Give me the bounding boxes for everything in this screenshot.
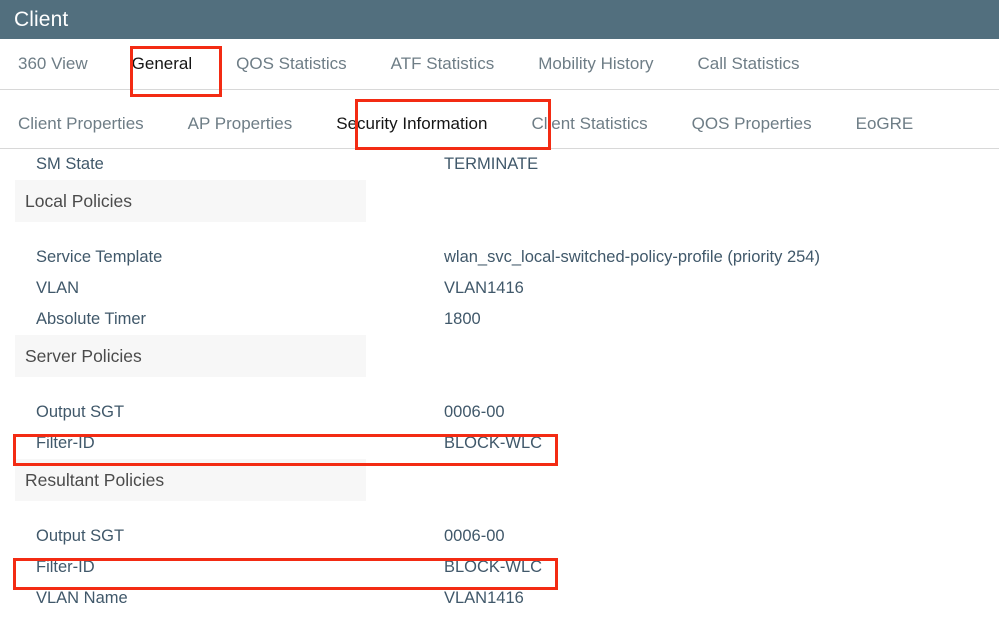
detail-label: Output SGT (36, 403, 125, 421)
tab-label: QOS Properties (691, 113, 812, 133)
detail-label: Absolute Timer (36, 310, 147, 328)
detail-value: VLAN1416 (444, 279, 524, 297)
detail-row-vlan-name: VLAN Name VLAN1416 (0, 583, 999, 614)
window-title: Client (14, 7, 69, 31)
tab-360-view[interactable]: 360 View (18, 39, 88, 89)
tab-label: AP Properties (187, 113, 293, 133)
tab-label: EoGRE (855, 113, 914, 133)
tab-atf-statistics[interactable]: ATF Statistics (391, 39, 495, 89)
section-header-local-policies: Local Policies (0, 180, 999, 222)
tab-label: General (131, 54, 193, 73)
detail-row-server-filter-id: Filter-ID BLOCK-WLC (0, 428, 999, 459)
tab-client-statistics[interactable]: Client Statistics (531, 99, 647, 148)
detail-value: 0006-00 (444, 403, 505, 421)
detail-label: Filter-ID (36, 558, 95, 576)
tab-general[interactable]: General (132, 39, 192, 89)
tab-ap-properties[interactable]: AP Properties (188, 99, 293, 148)
detail-value: 1800 (444, 310, 481, 328)
tab-call-statistics[interactable]: Call Statistics (698, 39, 800, 89)
security-information-detail-list: SM State TERMINATE Local Policies Servic… (0, 149, 999, 614)
detail-row-resultant-filter-id: Filter-ID BLOCK-WLC (0, 552, 999, 583)
tab-label: ATF Statistics (390, 54, 495, 73)
tab-label: QOS Statistics (236, 54, 347, 73)
tab-label: Security Information (336, 113, 488, 133)
tab-label: Call Statistics (697, 54, 800, 73)
primary-tab-bar: 360 View General QOS Statistics ATF Stat… (0, 39, 999, 90)
detail-row-service-template: Service Template wlan_svc_local-switched… (0, 242, 999, 273)
section-header-resultant-policies: Resultant Policies (0, 459, 999, 501)
detail-value: BLOCK-WLC (444, 558, 543, 576)
detail-value: VLAN1416 (444, 589, 524, 607)
section-title: Resultant Policies (25, 469, 165, 490)
tab-mobility-history[interactable]: Mobility History (538, 39, 653, 89)
detail-value: BLOCK-WLC (444, 434, 543, 452)
detail-label: SM State (36, 155, 104, 173)
tab-qos-properties[interactable]: QOS Properties (692, 99, 812, 148)
detail-row-vlan: VLAN VLAN1416 (0, 273, 999, 304)
tab-label: Mobility History (538, 54, 654, 73)
detail-label: Service Template (36, 248, 163, 266)
detail-value: wlan_svc_local-switched-policy-profile (… (444, 248, 820, 266)
detail-value: 0006-00 (444, 527, 505, 545)
detail-row-resultant-output-sgt: Output SGT 0006-00 (0, 521, 999, 552)
section-header-server-policies: Server Policies (0, 335, 999, 377)
detail-label: VLAN (36, 279, 80, 297)
detail-row-sm-state: SM State TERMINATE (0, 149, 999, 180)
detail-row-absolute-timer: Absolute Timer 1800 (0, 304, 999, 335)
section-title: Local Policies (25, 190, 132, 211)
tab-client-properties[interactable]: Client Properties (18, 99, 144, 148)
client-detail-window: Client 360 View General QOS Statistics A… (0, 0, 999, 625)
detail-label: Output SGT (36, 527, 125, 545)
detail-label: Filter-ID (36, 434, 95, 452)
tab-label: 360 View (18, 54, 88, 73)
window-title-bar: Client (0, 0, 999, 39)
detail-value: TERMINATE (444, 155, 539, 173)
tab-security-information[interactable]: Security Information (336, 99, 487, 148)
detail-row-server-output-sgt: Output SGT 0006-00 (0, 397, 999, 428)
section-title: Server Policies (25, 345, 142, 366)
tab-eogre[interactable]: EoGRE (856, 99, 914, 148)
tab-qos-statistics[interactable]: QOS Statistics (236, 39, 347, 89)
secondary-tab-bar: Client Properties AP Properties Security… (0, 99, 999, 149)
tab-label: Client Properties (18, 113, 144, 133)
tab-label: Client Statistics (531, 113, 648, 133)
detail-label: VLAN Name (36, 589, 128, 607)
